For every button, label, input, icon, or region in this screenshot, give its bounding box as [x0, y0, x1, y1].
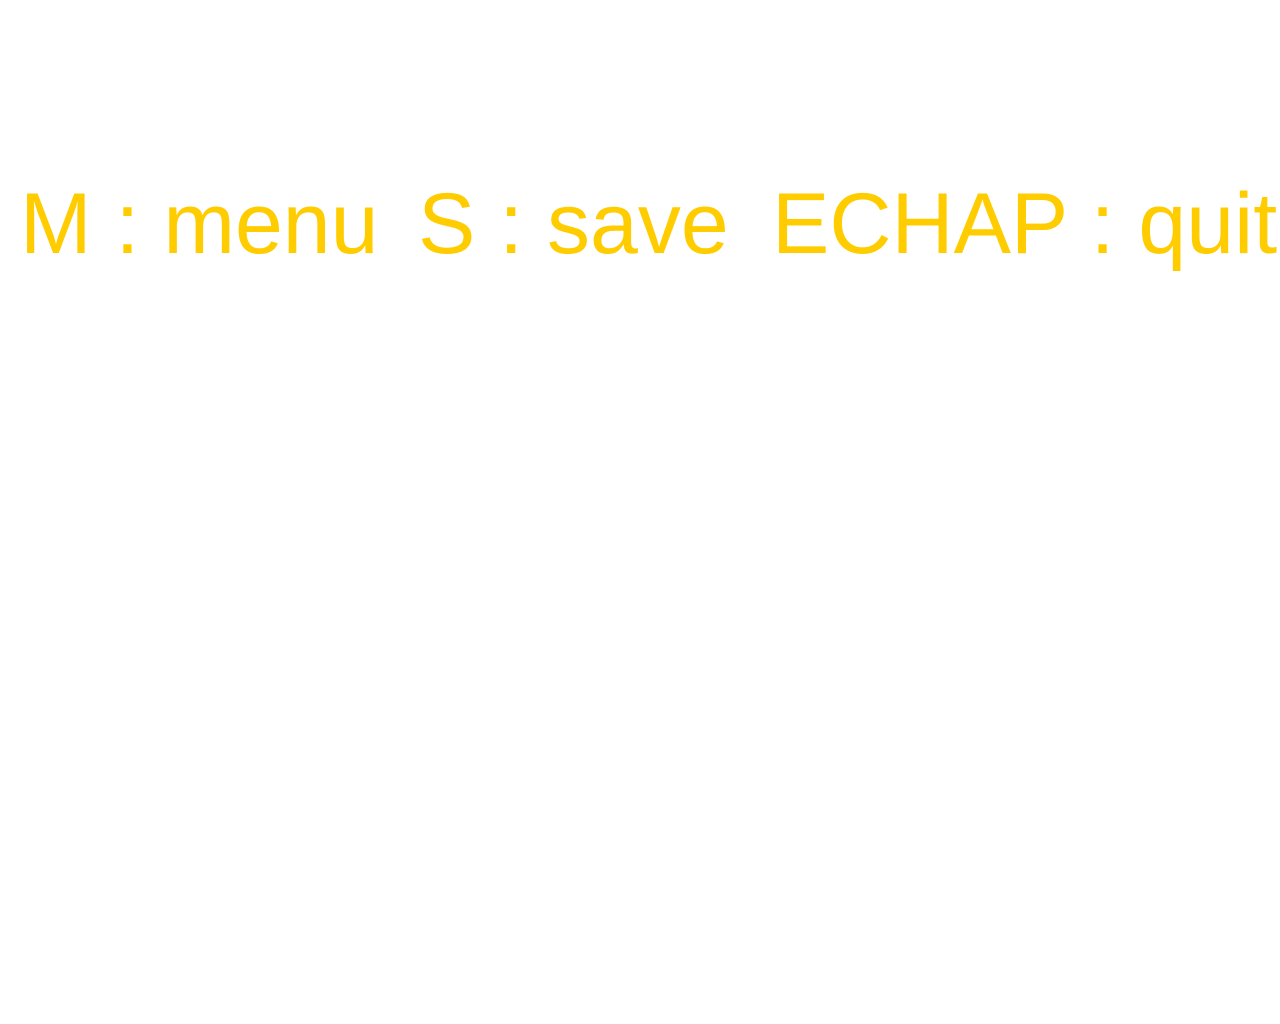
save-key-hint: S : save	[418, 176, 729, 272]
key-hints-bar: M : menu S : save ECHAP : quit	[0, 176, 1280, 272]
game-screen: M : menu S : save ECHAP : quit	[0, 0, 1280, 1024]
quit-key-hint: ECHAP : quit	[772, 176, 1278, 272]
menu-key-hint: M : menu	[20, 176, 379, 272]
